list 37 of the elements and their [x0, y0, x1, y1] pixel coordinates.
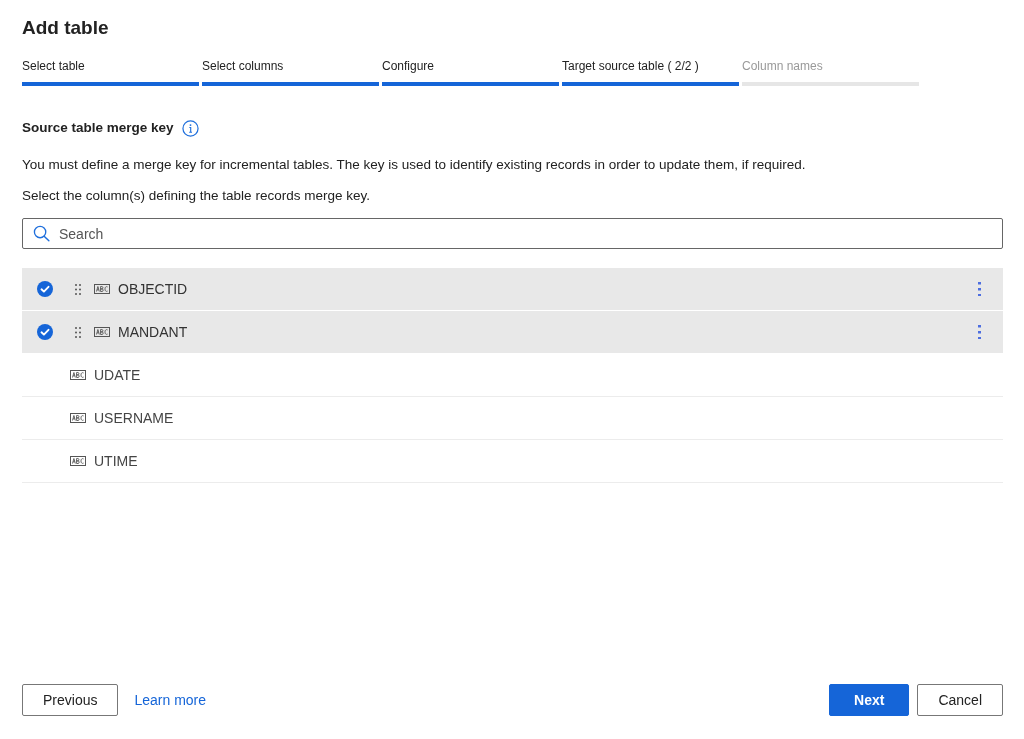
- step-label: Select table: [22, 58, 85, 74]
- text-type-icon: [70, 456, 86, 466]
- more-options-icon[interactable]: [978, 282, 981, 296]
- search-icon: [33, 225, 50, 242]
- instruction-text: Select the column(s) defining the table records merge key.: [22, 187, 370, 205]
- cancel-button[interactable]: Cancel: [917, 684, 1003, 716]
- column-name: USERNAME: [94, 410, 174, 426]
- more-options-icon[interactable]: [978, 325, 981, 339]
- info-icon[interactable]: [181, 119, 199, 137]
- column-row[interactable]: MANDANT: [22, 311, 1003, 354]
- text-type-icon: [70, 370, 86, 380]
- drag-handle-icon[interactable]: [75, 326, 81, 338]
- column-name: MANDANT: [118, 324, 188, 340]
- step-label: Column names: [742, 58, 823, 74]
- column-row[interactable]: OBJECTID: [22, 268, 1003, 311]
- section-heading: Source table merge key: [22, 119, 174, 137]
- step-label: Configure: [382, 58, 435, 74]
- check-circle-icon[interactable]: [37, 324, 53, 340]
- column-name: UDATE: [94, 367, 141, 383]
- search-field[interactable]: Search: [22, 218, 1003, 249]
- learn-more-link[interactable]: Learn more: [134, 692, 207, 708]
- column-row[interactable]: UDATE: [22, 354, 1003, 397]
- text-type-icon: [94, 284, 110, 294]
- next-button[interactable]: Next: [829, 684, 910, 716]
- check-circle-icon[interactable]: [37, 281, 53, 297]
- column-row[interactable]: UTIME: [22, 440, 1003, 483]
- text-type-icon: [94, 327, 110, 337]
- previous-button[interactable]: Previous: [22, 684, 119, 716]
- drag-handle-icon[interactable]: [75, 283, 81, 295]
- text-type-icon: [70, 413, 86, 423]
- description-text: You must define a merge key for incremental tables. The key is used to identify existing records in order to update them, if required.: [22, 156, 806, 174]
- column-row[interactable]: USERNAME: [22, 397, 1003, 440]
- step-label: Select columns: [202, 58, 284, 74]
- column-name: OBJECTID: [118, 281, 188, 297]
- page-title: Add table: [22, 16, 109, 40]
- column-name: UTIME: [94, 453, 138, 469]
- step-label: Target source table ( 2/2 ): [562, 58, 699, 74]
